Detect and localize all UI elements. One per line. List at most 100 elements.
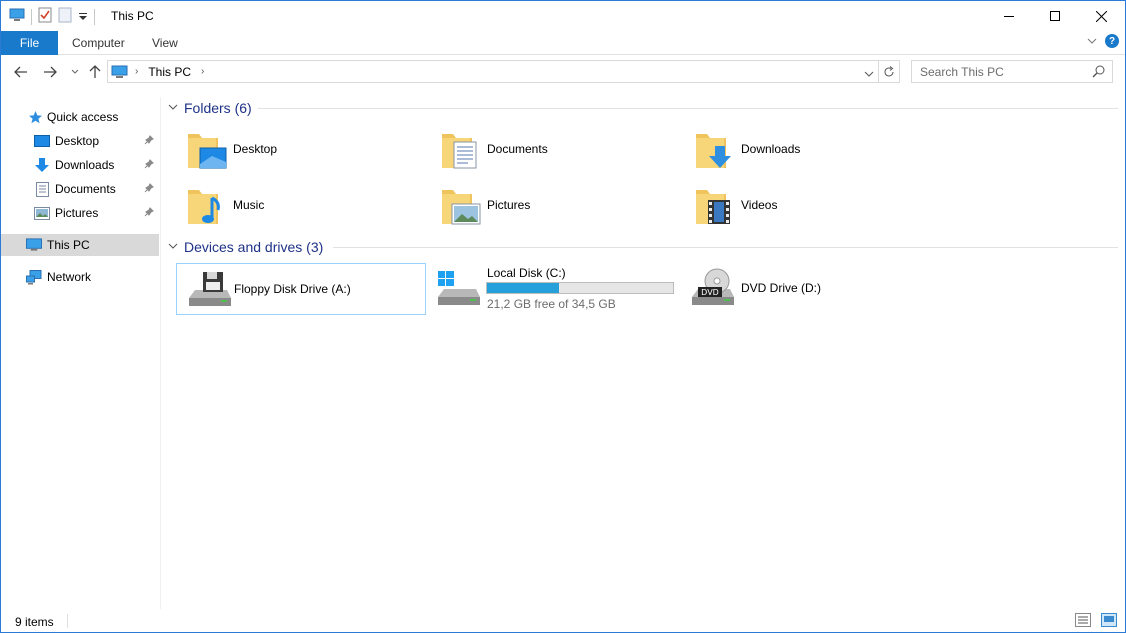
folder-label: Music [233, 198, 265, 212]
address-row: › This PC › [1, 55, 1125, 89]
status-separator [67, 614, 68, 628]
back-button[interactable] [13, 64, 29, 80]
window-title: This PC [111, 9, 154, 23]
videos-folder-icon [694, 184, 738, 228]
download-arrow-icon [34, 157, 50, 173]
sidebar-item-this-pc[interactable]: This PC [1, 234, 159, 256]
folder-label: Downloads [741, 142, 801, 156]
sidebar-item-label: Quick access [47, 110, 119, 124]
details-view-icon[interactable] [1075, 613, 1091, 630]
drives-section-header[interactable]: Devices and drives (3) [168, 237, 323, 257]
ribbon-tabs: File Computer View ? [1, 31, 1125, 55]
ribbon-right-controls: ? [1087, 34, 1119, 48]
quick-access-toolbar [9, 7, 95, 26]
drive-label: Floppy Disk Drive (A:) [234, 282, 351, 296]
sidebar-item-network[interactable]: Network [1, 266, 159, 288]
folder-tile-pictures[interactable]: Pictures [430, 180, 680, 232]
folder-label: Desktop [233, 142, 278, 156]
folder-tile-music[interactable]: Music [176, 180, 426, 232]
downloads-folder-icon [694, 128, 738, 172]
customize-qat-icon[interactable] [78, 10, 88, 24]
sidebar-item-quick-access[interactable]: Quick access [1, 106, 159, 128]
desktop-folder-icon [186, 128, 230, 172]
recent-locations-button[interactable] [67, 64, 83, 80]
sidebar-item-label: Desktop [55, 134, 100, 148]
title-bar: This PC [1, 1, 1125, 31]
sidebar-item-pictures[interactable]: Pictures [1, 202, 159, 224]
desktop-icon [34, 133, 50, 149]
chevron-down-icon[interactable] [168, 103, 178, 114]
tab-computer[interactable]: Computer [72, 36, 125, 50]
folders-section-title: Folders (6) [184, 100, 252, 116]
large-icons-view-icon[interactable] [1101, 613, 1117, 630]
capacity-fill [487, 283, 559, 293]
drives-section-title: Devices and drives (3) [184, 239, 324, 255]
help-icon[interactable]: ? [1105, 34, 1119, 48]
computer-icon[interactable] [9, 8, 25, 25]
drive-label: DVD Drive (D:) [741, 281, 821, 295]
network-icon [26, 269, 42, 285]
folder-tile-documents[interactable]: Documents [430, 124, 680, 176]
sidebar-item-label: This PC [47, 238, 90, 252]
folder-label: Pictures [487, 198, 531, 212]
folder-tile-desktop[interactable]: Desktop [176, 124, 426, 176]
svg-text:DVD: DVD [701, 288, 719, 297]
pin-icon[interactable] [144, 159, 154, 172]
pin-icon[interactable] [144, 207, 154, 220]
search-input[interactable] [912, 61, 1082, 82]
search-icon[interactable] [1092, 64, 1106, 81]
tab-file[interactable]: File [1, 31, 58, 55]
folder-tile-downloads[interactable]: Downloads [684, 124, 934, 176]
star-icon [27, 109, 43, 125]
minimize-button[interactable] [986, 1, 1032, 31]
pictures-folder-icon [440, 184, 484, 228]
breadcrumb-this-pc[interactable]: This PC [148, 65, 191, 79]
properties-icon[interactable] [38, 7, 52, 26]
music-folder-icon [186, 184, 230, 228]
folder-label: Videos [741, 198, 778, 212]
address-bar[interactable]: › This PC › [107, 60, 879, 83]
close-button[interactable] [1078, 1, 1124, 31]
computer-icon [26, 237, 42, 253]
qat-separator [31, 8, 32, 25]
dvd-drive-icon: DVD [690, 267, 734, 311]
folder-tile-videos[interactable]: Videos [684, 180, 934, 232]
sidebar-item-desktop[interactable]: Desktop [1, 130, 159, 152]
status-bar: 9 items [1, 609, 1125, 633]
content-pane: Folders (6) Desktop Documents Downloads [162, 89, 1124, 609]
navigation-pane: Quick access Desktop Downloads Documents… [1, 97, 161, 609]
breadcrumb-chevron-icon[interactable]: › [135, 66, 138, 77]
folder-label: Documents [487, 142, 548, 156]
document-icon [34, 181, 50, 197]
chevron-down-icon[interactable] [168, 242, 178, 253]
picture-icon [34, 205, 50, 221]
pin-icon[interactable] [144, 135, 154, 148]
up-button[interactable] [87, 64, 103, 80]
refresh-button[interactable] [878, 60, 900, 83]
new-folder-icon[interactable] [58, 7, 72, 26]
drive-tile-floppy[interactable]: Floppy Disk Drive (A:) [176, 263, 426, 315]
folders-section-header[interactable]: Folders (6) [168, 98, 252, 118]
maximize-button[interactable] [1032, 1, 1078, 31]
drive-tile-dvd[interactable]: DVD DVD Drive (D:) [684, 263, 934, 315]
sidebar-item-label: Downloads [55, 158, 115, 172]
explorer-window: This PC File Computer View ? › This PC ›… [0, 0, 1126, 633]
sidebar-item-documents[interactable]: Documents [1, 178, 159, 200]
sidebar-item-label: Documents [55, 182, 116, 196]
search-box [911, 60, 1113, 83]
floppy-drive-icon [187, 268, 231, 312]
address-dropdown-icon[interactable] [864, 67, 874, 81]
sidebar-item-downloads[interactable]: Downloads [1, 154, 159, 176]
qat-separator-2 [94, 8, 95, 25]
section-divider [333, 247, 1118, 248]
pin-icon[interactable] [144, 183, 154, 196]
computer-icon [111, 65, 129, 79]
drive-label: Local Disk (C:) [487, 266, 566, 280]
drive-free-space: 21,2 GB free of 34,5 GB [487, 297, 616, 311]
breadcrumb-chevron-icon[interactable]: › [201, 66, 204, 77]
expand-ribbon-icon[interactable] [1087, 34, 1097, 48]
section-divider [258, 108, 1118, 109]
item-count: 9 items [15, 615, 54, 629]
forward-button[interactable] [42, 64, 58, 80]
tab-view[interactable]: View [152, 36, 178, 50]
